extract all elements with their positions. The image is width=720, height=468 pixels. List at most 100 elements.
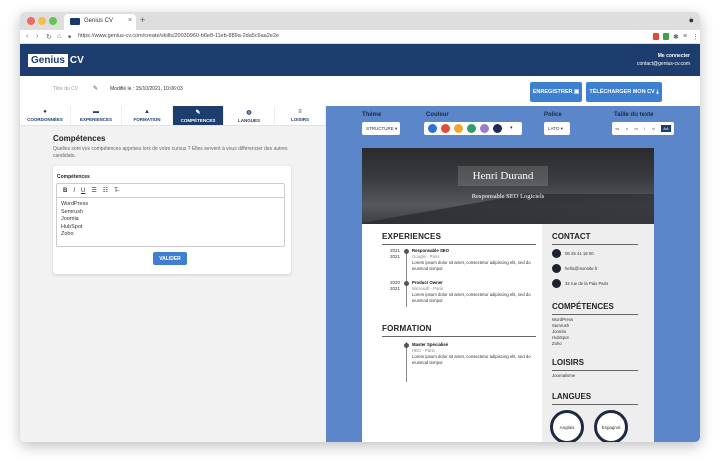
italic-button[interactable]: I bbox=[73, 188, 75, 194]
tab-loisirs[interactable]: ≡ LOISIRS bbox=[275, 106, 326, 125]
validate-button[interactable]: VALIDER bbox=[153, 252, 187, 265]
hobby-item: Journalisme bbox=[552, 373, 576, 378]
last-modified: Modifié le : 15/10/2021, 10:06:03 bbox=[110, 86, 183, 92]
editor-line: HubSpot bbox=[61, 223, 83, 230]
forward-icon[interactable]: › bbox=[36, 33, 38, 40]
skills-list: WordPress Semrush Joomla HubSpot Zoho bbox=[552, 317, 573, 347]
clear-format-icon[interactable]: T̶ bbox=[114, 188, 118, 194]
phone-icon bbox=[552, 249, 561, 258]
list-icon: ≡ bbox=[298, 109, 302, 115]
skills-field-label: Compétences bbox=[57, 174, 90, 180]
close-window-dot[interactable] bbox=[27, 17, 35, 25]
divider bbox=[552, 244, 638, 245]
cv-sidebar: CONTACT 06 25 41 19 00 hello@monsite.fr … bbox=[542, 224, 654, 442]
underline-button[interactable]: U bbox=[81, 188, 85, 194]
color-swatch[interactable] bbox=[454, 124, 463, 133]
hobbies-heading: LOISIRS bbox=[552, 358, 585, 367]
cv-title-input[interactable]: Titre du CV bbox=[53, 86, 78, 92]
wrench-icon: ✎ bbox=[195, 110, 201, 116]
minimize-window-dot[interactable] bbox=[38, 17, 46, 25]
color-swatch[interactable] bbox=[428, 124, 437, 133]
section-description: Quelles sont vos compétences apprises lo… bbox=[53, 146, 288, 159]
theme-select[interactable]: STRUCTURE ▾ bbox=[362, 122, 400, 135]
section-title: Compétences bbox=[53, 134, 106, 143]
formation-heading: FORMATION bbox=[382, 324, 432, 333]
reading-list-icon[interactable]: ≡ bbox=[683, 33, 687, 40]
tab-coordonnees[interactable]: ● COORDONNÉES bbox=[20, 106, 71, 125]
extension-icon[interactable] bbox=[653, 33, 659, 40]
tab-competences[interactable]: ✎ COMPÉTENCES bbox=[173, 106, 224, 125]
size-option-selected[interactable]: AA bbox=[661, 125, 671, 132]
experience-entry: Responsable SEO Google - Paris Lorem ips… bbox=[412, 248, 531, 271]
color-swatch[interactable] bbox=[493, 124, 502, 133]
font-label: Police bbox=[544, 112, 562, 118]
divider bbox=[552, 370, 638, 371]
size-option[interactable]: s bbox=[626, 126, 628, 131]
extension-icon[interactable] bbox=[663, 33, 669, 40]
timeline-dot bbox=[404, 281, 409, 286]
download-cv-button[interactable]: TÉLÉCHARGER MON CV ⤓ bbox=[586, 82, 662, 102]
contact-phone: 06 25 41 19 00 bbox=[565, 251, 594, 256]
experience-years: 2021 2021 bbox=[389, 248, 400, 259]
experience-years: 2020 2021 bbox=[389, 280, 400, 291]
tab-formation[interactable]: ▲ FORMATION bbox=[122, 106, 173, 125]
login-link[interactable]: Me connecter bbox=[637, 52, 690, 60]
browser-profile-icon[interactable]: ● bbox=[689, 15, 694, 25]
language-circle: Anglais bbox=[550, 410, 584, 442]
account-menu[interactable]: Me connecter contact@genius-cv.com bbox=[637, 52, 690, 68]
maximize-window-dot[interactable] bbox=[49, 17, 57, 25]
cv-job-title: Responsable SEO Logiciels bbox=[471, 193, 545, 200]
editor-toolbar: Titre du CV ✎ Modifié le : 15/10/2021, 1… bbox=[20, 76, 700, 106]
color-swatch[interactable] bbox=[441, 124, 450, 133]
timeline-line bbox=[406, 249, 407, 307]
save-button[interactable]: ENREGISTRER ▣ bbox=[530, 82, 582, 102]
url-field[interactable]: https://www.genius-cv.com/create/skills/… bbox=[78, 33, 279, 39]
close-tab-icon[interactable]: × bbox=[128, 17, 132, 24]
bold-button[interactable]: B bbox=[63, 188, 67, 194]
size-option[interactable]: xs bbox=[615, 126, 619, 131]
back-icon[interactable]: ‹ bbox=[26, 33, 28, 40]
home-icon[interactable]: ⌂ bbox=[57, 33, 61, 40]
chevron-down-icon[interactable]: ▾ bbox=[510, 125, 513, 131]
browser-menu-icon[interactable]: ⋮ bbox=[692, 33, 699, 41]
pencil-icon[interactable]: ✎ bbox=[93, 85, 98, 92]
bulleted-list-icon[interactable]: ☰ bbox=[91, 187, 96, 194]
skills-rich-text-editor[interactable]: B I U ☰ ☷ T̶ WordPress Semrush Joomla Hu… bbox=[56, 183, 285, 247]
size-option[interactable]: l bbox=[644, 126, 645, 131]
new-tab-icon[interactable]: + bbox=[140, 15, 145, 25]
divider bbox=[382, 336, 536, 337]
browser-tab[interactable]: Genius CV × bbox=[64, 14, 136, 30]
experience-entry: Product Owner Microsoft - Paris Lorem ip… bbox=[412, 280, 531, 303]
tab-experiences[interactable]: ▬ EXPÉRIENCES bbox=[71, 106, 122, 125]
size-option[interactable]: xl bbox=[652, 126, 655, 131]
reload-icon[interactable]: ↻ bbox=[46, 33, 52, 41]
theme-label: Thème bbox=[362, 112, 382, 118]
cv-header: Henri Durand Responsable SEO Logiciels bbox=[362, 148, 654, 224]
tab-langues[interactable]: ◍ LANGUES bbox=[224, 106, 275, 125]
editor-content[interactable]: WordPress Semrush Joomla HubSpot Zoho bbox=[57, 198, 284, 242]
cv-main-column: EXPERIENCES 2021 2021 Responsable SEO Goo… bbox=[362, 224, 542, 442]
browser-window: Genius CV × + ● ‹ › ↻ ⌂ ■ https://www.ge… bbox=[20, 12, 700, 442]
text-size-label: Taille du texte bbox=[614, 112, 654, 118]
contact-heading: CONTACT bbox=[552, 232, 591, 241]
numbered-list-icon[interactable]: ☷ bbox=[103, 187, 108, 194]
globe-icon: ◍ bbox=[246, 110, 252, 116]
languages-heading: LANGUES bbox=[552, 392, 592, 401]
editor-toolbar-buttons: B I U ☰ ☷ T̶ bbox=[57, 184, 284, 198]
font-select[interactable]: LATO ▾ bbox=[544, 122, 570, 135]
user-icon: ● bbox=[43, 109, 47, 115]
color-swatch[interactable] bbox=[480, 124, 489, 133]
cv-name: Henri Durand bbox=[458, 166, 548, 186]
tab-title: Genius CV bbox=[84, 18, 114, 24]
skills-card: Compétences B I U ☰ ☷ T̶ WordPress Semru… bbox=[53, 166, 291, 274]
site-logo[interactable]: Genius CV bbox=[28, 53, 84, 67]
editor-line: WordPress bbox=[61, 201, 89, 207]
account-email: contact@genius-cv.com bbox=[636, 61, 690, 67]
size-option[interactable]: m bbox=[634, 126, 637, 131]
preview-panel: Thème STRUCTURE ▾ Couleur ▾ Police LATO … bbox=[326, 106, 700, 442]
skills-heading: COMPÉTENCES bbox=[552, 302, 614, 311]
puzzle-icon[interactable]: ✱ bbox=[673, 33, 679, 41]
formation-entry: Master Spécialisé HEC - Paris Lorem ipsu… bbox=[412, 342, 531, 365]
site-header: Genius CV Me connecter contact@genius-cv… bbox=[20, 44, 700, 76]
color-swatch[interactable] bbox=[467, 124, 476, 133]
